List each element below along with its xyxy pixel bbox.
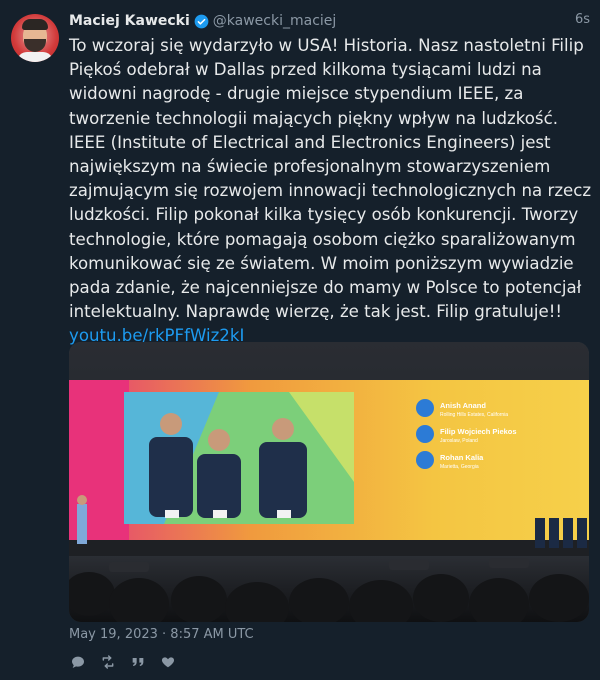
tweet-text: To wczoraj się wydarzyło w USA! Historia…: [69, 34, 593, 349]
tweet-media-image[interactable]: Anish Anand Rolling Hills Estates, Calif…: [69, 342, 589, 622]
screen-name-1: Anish Anand: [440, 401, 486, 410]
heart-icon[interactable]: [159, 653, 177, 671]
quote-icon[interactable]: [129, 653, 147, 671]
screen-name-3: Rohan Kalia: [440, 453, 484, 462]
tweet-header: Maciej Kawecki @kawecki_maciej 6s: [69, 11, 590, 31]
author-handle[interactable]: @kawecki_maciej: [213, 13, 337, 29]
screen-sub-2: Jaroslaw, Poland: [440, 438, 478, 444]
relative-time[interactable]: 6s: [575, 12, 590, 27]
tweet-body: To wczoraj się wydarzyło w USA! Historia…: [69, 36, 592, 322]
verified-badge-icon: [194, 14, 209, 29]
tweet-timestamp[interactable]: May 19, 2023 · 8:57 AM UTC: [69, 627, 254, 642]
tweet: Maciej Kawecki @kawecki_maciej 6s To wcz…: [0, 0, 600, 680]
author-name[interactable]: Maciej Kawecki: [69, 13, 190, 29]
retweet-icon[interactable]: [99, 653, 117, 671]
screen-sub-3: Marietta, Georgia: [440, 464, 479, 470]
tweet-actions: [69, 652, 177, 672]
avatar-shirt: [17, 52, 53, 62]
screen-sub-1: Rolling Hills Estates, California: [440, 412, 508, 418]
ceremony-photo: Anish Anand Rolling Hills Estates, Calif…: [69, 342, 589, 622]
avatar-beard: [24, 39, 46, 52]
avatar[interactable]: [11, 14, 59, 62]
avatar-hair: [22, 19, 48, 30]
reply-icon[interactable]: [69, 653, 87, 671]
screen-name-2: Filip Wojciech Piekos: [440, 427, 517, 436]
